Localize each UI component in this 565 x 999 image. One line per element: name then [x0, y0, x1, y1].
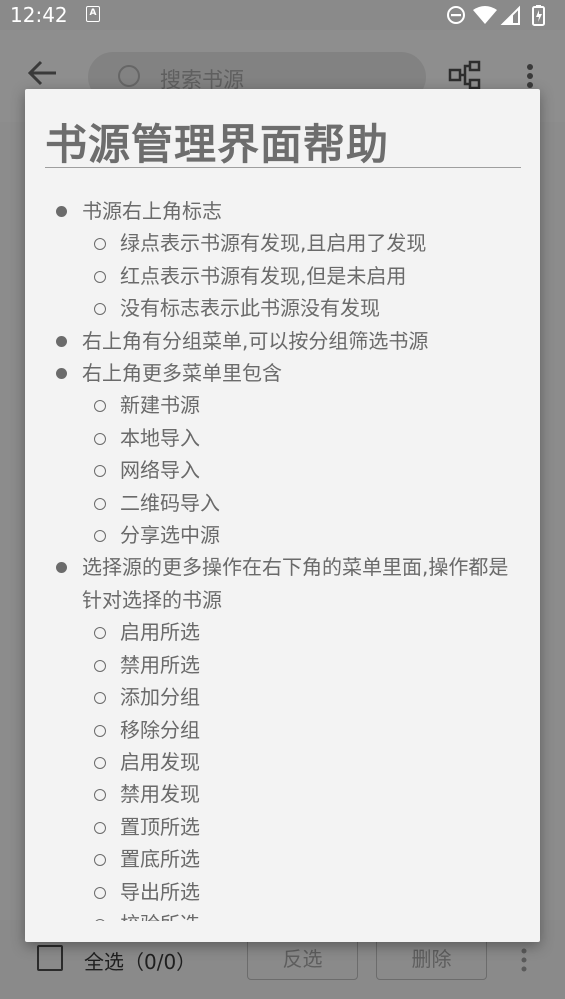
help-item-text: 新建书源: [120, 393, 200, 418]
bullet-circle-icon: [94, 432, 106, 445]
help-item-text: 书源右上角标志: [82, 199, 222, 223]
help-list[interactable]: 书源右上角标志绿点表示书源有发现,且启用了发现 红点表示书源有发现,但是未启用 没有…: [25, 195, 540, 921]
app-notification-icon: A: [86, 6, 100, 22]
select-all-label[interactable]: 全选（0/0）: [84, 946, 196, 975]
bullet-disc-icon: [56, 368, 67, 380]
help-item-text: 选择源的更多操作在右下角的菜单里面,操作都是针对选择的书源: [82, 555, 509, 612]
invert-selection-button[interactable]: 反选: [247, 938, 358, 980]
help-list-item: 网络导入: [25, 454, 540, 486]
battery-charging-icon: [532, 5, 545, 26]
bullet-circle-icon: [94, 821, 106, 834]
status-bar: 12:42 A: [0, 0, 565, 30]
bullet-circle-icon: [94, 756, 106, 769]
select-all-checkbox[interactable]: [37, 945, 63, 971]
bullet-circle-icon: [94, 789, 106, 802]
help-list-item: 红点表示书源有发现,但是未启用: [25, 260, 540, 292]
signal-icon: [500, 5, 520, 25]
help-item-text: 右上角更多菜单里包含: [82, 361, 282, 386]
bullet-circle-icon: [94, 465, 106, 478]
help-list-item: 绿点表示书源有发现,且启用了发现: [25, 227, 540, 259]
help-item-text: 右上角有分组菜单,可以按分组筛选书源: [82, 328, 429, 353]
group-filter-icon[interactable]: [448, 60, 482, 90]
help-list-item: 右上角更多菜单里包含: [25, 357, 540, 389]
help-item-text: 二维码导入: [120, 490, 220, 515]
help-list-item: 启用所选: [25, 616, 540, 648]
help-list-item: 导出所选: [25, 876, 540, 908]
do-not-disturb-icon: [447, 6, 465, 24]
help-list-item: 书源右上角标志: [25, 195, 540, 227]
bullet-circle-icon: [94, 303, 106, 316]
help-item-text: 导出所选: [120, 879, 200, 904]
help-list-item: 启用发现: [25, 746, 540, 778]
bullet-circle-icon: [94, 530, 106, 543]
bullet-circle-icon: [94, 692, 106, 705]
help-list-item: 本地导入: [25, 422, 540, 454]
bullet-circle-icon: [94, 497, 106, 510]
help-list-item: 新建书源: [25, 389, 540, 421]
help-item-text: 网络导入: [120, 458, 200, 483]
bullet-disc-icon: [56, 206, 67, 217]
help-item-text: 绿点表示书源有发现,且启用了发现: [120, 231, 427, 256]
help-item-text: 置顶所选: [120, 814, 200, 839]
help-item-text: 校验所选: [120, 912, 200, 921]
back-arrow-icon[interactable]: [28, 60, 58, 86]
help-list-item: 分享选中源: [25, 519, 540, 551]
bullet-circle-icon: [94, 659, 106, 672]
bullet-disc-icon: [56, 562, 67, 574]
bullet-disc-icon: [56, 335, 67, 347]
help-item-text: 添加分组: [120, 685, 200, 710]
dialog-title: 书源管理界面帮助: [45, 120, 390, 169]
help-list-item: 移除分组: [25, 714, 540, 746]
status-icon-group: [447, 5, 545, 26]
help-item-text: 红点表示书源有发现,但是未启用: [120, 263, 407, 288]
help-list-item: 选择源的更多操作在右下角的菜单里面,操作都是针对选择的书源: [25, 551, 540, 616]
status-icons: [447, 4, 557, 26]
bullet-circle-icon: [94, 886, 106, 899]
status-time: 12:42: [10, 3, 68, 27]
bullet-circle-icon: [94, 918, 106, 921]
bullet-circle-icon: [94, 724, 106, 737]
help-item-text: 本地导入: [120, 425, 200, 450]
bullet-circle-icon: [94, 270, 106, 283]
help-list-item: 置顶所选: [25, 811, 540, 843]
delete-button[interactable]: 删除: [376, 938, 487, 980]
help-dialog: 书源管理界面帮助 书源右上角标志绿点表示书源有发现,且启用了发现 红点表示书源有发…: [25, 89, 540, 942]
help-item-text: 置底所选: [120, 847, 200, 872]
bullet-circle-icon: [94, 854, 106, 867]
help-list-item: 禁用发现: [25, 778, 540, 810]
bullet-circle-icon: [94, 627, 106, 640]
help-item-text: 启用发现: [120, 749, 200, 774]
search-icon: [118, 65, 140, 87]
help-list-item: 二维码导入: [25, 487, 540, 519]
help-item-text: 移除分组: [120, 717, 200, 742]
bottom-more-vert-icon[interactable]: [520, 947, 528, 973]
help-list-item: 添加分组: [25, 681, 540, 713]
help-item-text: 分享选中源: [120, 523, 220, 548]
help-list-item: 右上角有分组菜单,可以按分组筛选书源: [25, 325, 540, 357]
bullet-circle-icon: [94, 400, 106, 413]
more-vert-icon[interactable]: [526, 63, 534, 89]
help-list-item: 禁用所选: [25, 649, 540, 681]
help-list-item: 没有标志表示此书源没有发现: [25, 292, 540, 324]
help-item-text: 没有标志表示此书源没有发现: [120, 296, 380, 321]
title-divider: [45, 167, 521, 168]
help-list-item: 置底所选: [25, 843, 540, 875]
help-item-text: 启用所选: [120, 620, 200, 645]
help-item-text: 禁用发现: [120, 782, 200, 807]
help-item-text: 禁用所选: [120, 652, 200, 677]
help-list-item: 校验所选: [25, 908, 540, 921]
bullet-circle-icon: [94, 238, 106, 251]
wifi-icon: [473, 6, 497, 24]
